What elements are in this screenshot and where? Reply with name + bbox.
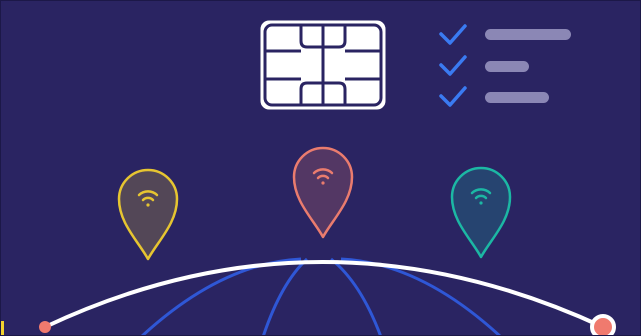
location-pin-left-icon	[117, 168, 179, 261]
globe-icon	[39, 257, 616, 335]
corner-accent	[1, 321, 4, 335]
illustration-canvas	[0, 0, 641, 336]
checklist-bar	[485, 92, 549, 103]
checklist-bar	[485, 61, 529, 72]
checkmark-icon	[439, 24, 467, 45]
sim-card-icon	[257, 17, 389, 113]
checkmark-icon	[439, 55, 467, 76]
location-pin-right-icon	[450, 166, 512, 259]
arc-end-dot	[590, 314, 616, 335]
illustration-svg	[39, 17, 616, 335]
checkmark-icon	[439, 86, 467, 107]
location-pin-center-icon	[292, 146, 354, 239]
checklist-icon	[439, 24, 571, 107]
checklist-bar	[485, 29, 571, 40]
arc-start-dot	[39, 321, 51, 333]
